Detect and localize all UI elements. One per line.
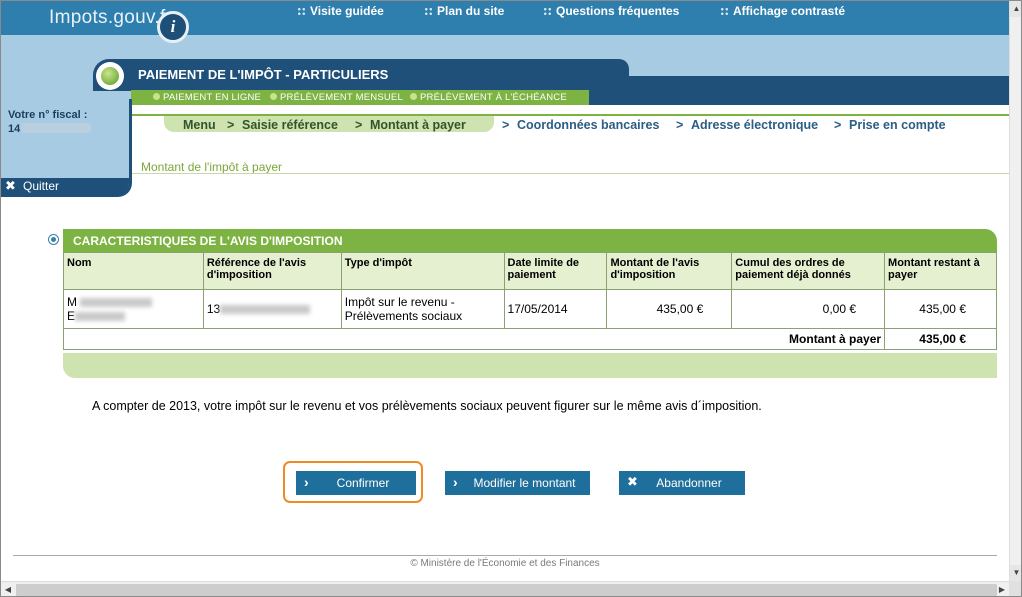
cell-amount: 435,00 €: [606, 289, 733, 329]
nav-affichage-contraste[interactable]: Affichage contrasté: [720, 4, 845, 18]
breadcrumb-adresse-electronique: Adresse électronique: [691, 118, 819, 132]
breadcrumb-menu[interactable]: Menu: [183, 118, 216, 132]
scrollbar-corner: [1009, 581, 1021, 596]
confirm-button[interactable]: › Confirmer: [296, 471, 416, 495]
column-header: Montant restant à payer: [884, 252, 997, 290]
quit-button[interactable]: ✖ Quitter: [1, 178, 129, 195]
scrollbar-thumb[interactable]: [16, 584, 997, 596]
dots-icon: [297, 7, 306, 16]
breadcrumb-sep: >: [355, 118, 363, 132]
column-header: Montant de l'avis d'imposition: [606, 252, 733, 290]
dots-icon: [543, 7, 552, 16]
section-bullet-icon: [96, 62, 124, 90]
bullet-icon: [153, 93, 160, 100]
footer-rule: [13, 555, 997, 556]
info-logo-icon[interactable]: i: [157, 11, 189, 43]
breadcrumb-montant-a-payer: Montant à payer: [370, 118, 466, 132]
bullet-icon: [410, 93, 417, 100]
redacted-block: [220, 305, 311, 314]
column-header: Nom: [63, 252, 204, 290]
fiscal-number-label: Votre n° fiscal :: [8, 109, 88, 121]
cancel-button[interactable]: ✖ Abandonner: [619, 471, 745, 495]
dots-icon: [720, 7, 729, 16]
site-logo[interactable]: Impots.gouv.fr: [49, 7, 172, 29]
redacted-block: [80, 298, 153, 307]
scroll-right-icon[interactable]: ▶: [995, 582, 1009, 596]
cell-remaining: 435,00 €: [884, 289, 997, 329]
scroll-down-icon[interactable]: ▼: [1010, 565, 1021, 581]
table-row: M E 13 Impôt sur le revenu - Prélèvement…: [63, 289, 997, 329]
column-header: Cumul des ordres de paiement déjà donnés: [731, 252, 886, 290]
breadcrumb-sep: >: [502, 118, 510, 132]
redacted-block: [75, 312, 126, 321]
column-header: Date limite de paiement: [503, 252, 608, 290]
vertical-scrollbar[interactable]: ▲ ▼: [1009, 1, 1021, 581]
cell-due-date: 17/05/2014: [503, 289, 608, 329]
redacted-block: [21, 123, 92, 133]
page-subtitle: Montant de l'impôt à payer: [141, 160, 283, 174]
table-total-row: Montant à payer 435,00 €: [62, 328, 997, 350]
scroll-up-icon[interactable]: ▲: [1010, 1, 1021, 17]
subnav-prelevement-mensuel[interactable]: PRÉLÈVEMENT MENSUEL: [270, 92, 403, 103]
breadcrumb-sep: >: [676, 118, 684, 132]
column-header: Type d'impôt: [340, 252, 505, 290]
breadcrumb-saisie-reference[interactable]: Saisie référence: [242, 118, 338, 132]
subnav-prelevement-echeance[interactable]: PRÉLÈVEMENT À L'ÉCHÉANCE: [410, 92, 567, 103]
section-bullet-icon: [48, 234, 59, 245]
footer-copyright: © Ministère de l'Économie et des Finance…: [410, 558, 600, 569]
info-note: A compter de 2013, votre impôt sur le re…: [92, 399, 762, 413]
total-value: 435,00 €: [884, 328, 997, 350]
breadcrumb-prise-en-compte: Prise en compte: [849, 118, 946, 132]
nav-questions-frequentes[interactable]: Questions fréquentes: [543, 4, 679, 18]
nav-plan-du-site[interactable]: Plan du site: [424, 4, 504, 18]
scroll-left-icon[interactable]: ◀: [1, 582, 15, 596]
total-label: Montant à payer: [62, 328, 886, 350]
browser-window: Impots.gouv.fr i Visite guidée Plan du s…: [0, 0, 1022, 597]
cell-tax-type: Impôt sur le revenu - Prélèvements socia…: [340, 289, 505, 329]
breadcrumb-sep: >: [227, 118, 235, 132]
nav-visite-guidee[interactable]: Visite guidée: [297, 4, 384, 18]
section-title: PAIEMENT DE L'IMPÔT - PARTICULIERS: [138, 67, 389, 82]
table-footer-bar: [63, 353, 997, 378]
cell-already-paid: 0,00 €: [731, 289, 886, 329]
tax-notice-table: Nom Référence de l'avis d'imposition Typ…: [62, 252, 997, 350]
table-header-row: Nom Référence de l'avis d'imposition Typ…: [63, 252, 997, 290]
modify-amount-button[interactable]: › Modifier le montant: [445, 471, 590, 495]
cell-reference: 13: [202, 289, 342, 329]
breadcrumb-sep: >: [834, 118, 842, 132]
dots-icon: [424, 7, 433, 16]
section-bar-extension: [581, 76, 1009, 105]
horizontal-scrollbar[interactable]: ◀ ▶: [1, 581, 1009, 596]
column-header: Référence de l'avis d'imposition: [202, 252, 342, 290]
table-title: CARACTERISTIQUES DE L'AVIS D'IMPOSITION: [73, 234, 343, 248]
subnav-paiement-en-ligne[interactable]: PAIEMENT EN LIGNE: [153, 92, 261, 103]
breadcrumb-coordonnees-bancaires: Coordonnées bancaires: [517, 118, 660, 132]
bullet-icon: [270, 93, 277, 100]
fiscal-number-value: 14: [8, 123, 92, 135]
close-icon: ✖: [5, 178, 16, 193]
subtitle-rule: [132, 173, 1009, 174]
cell-name: M E: [63, 289, 204, 329]
